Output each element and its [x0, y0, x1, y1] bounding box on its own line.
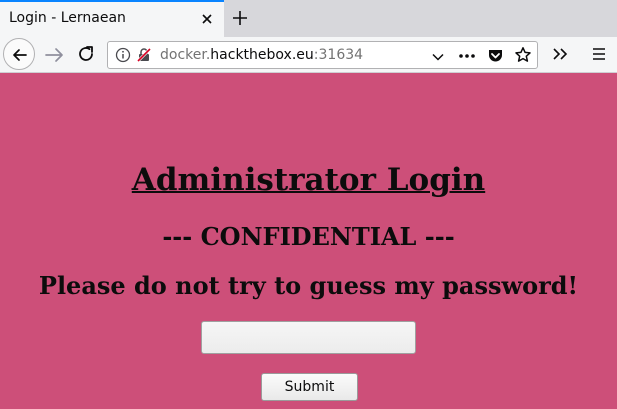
submit-button[interactable]: Submit — [261, 373, 358, 401]
url-port: :31634 — [313, 47, 364, 63]
url-text: docker.hackthebox.eu:31634 — [160, 47, 363, 63]
navigation-bar: docker.hackthebox.eu:31634 — [0, 37, 617, 73]
tab-strip: Login - Lernaean — [0, 0, 617, 37]
chevron-down-icon[interactable] — [431, 49, 445, 68]
arrow-right-icon — [45, 48, 63, 62]
password-field[interactable] — [201, 321, 416, 354]
arrow-left-icon — [13, 49, 27, 61]
star-icon[interactable] — [514, 46, 532, 68]
info-icon[interactable] — [115, 47, 131, 67]
page-content: Administrator Login --- CONFIDENTIAL ---… — [0, 73, 617, 409]
new-tab-icon[interactable] — [230, 8, 250, 28]
close-icon[interactable] — [199, 11, 215, 27]
more-icon[interactable] — [458, 48, 476, 68]
pocket-icon[interactable] — [487, 47, 504, 68]
page-title: Administrator Login — [131, 162, 486, 198]
tab-title: Login - Lernaean — [9, 10, 126, 26]
url-prefix: docker. — [160, 47, 211, 63]
hamburger-menu-icon[interactable] — [591, 46, 607, 66]
back-button[interactable] — [3, 38, 35, 70]
insecure-lock-icon[interactable] — [136, 47, 152, 67]
url-bar[interactable]: docker.hackthebox.eu:31634 — [107, 41, 538, 69]
tab-active[interactable]: Login - Lernaean — [0, 0, 224, 37]
browser-window: Login - Lernaean docker.hackthebox.eu:31… — [0, 0, 617, 409]
reload-icon — [79, 46, 93, 61]
overflow-icon[interactable] — [551, 46, 569, 66]
reload-button[interactable] — [74, 42, 100, 68]
forward-button[interactable] — [41, 42, 67, 68]
url-host: hackthebox.eu — [210, 47, 314, 63]
password-warning: Please do not try to guess my password! — [38, 271, 579, 300]
confidential-subheading: --- CONFIDENTIAL --- — [162, 222, 455, 251]
